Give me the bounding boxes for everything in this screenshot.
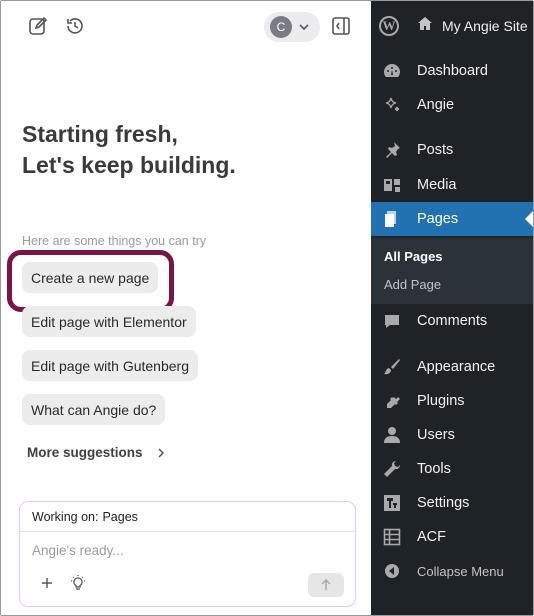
collapse-icon [381, 560, 403, 582]
menu-label: Collapse Menu [417, 563, 504, 579]
menu-acf[interactable]: ACF [371, 520, 533, 554]
avatar: C [270, 16, 292, 38]
pages-submenu: All Pages Add Page [371, 238, 533, 304]
user-icon [381, 424, 403, 446]
menu-pages[interactable]: Pages [371, 202, 533, 236]
sparkle-icon [381, 94, 403, 116]
menu-label: Comments [417, 313, 488, 329]
chat-input[interactable]: Angie's ready... [32, 543, 124, 558]
more-suggestions-label: More suggestions [27, 445, 143, 460]
plug-icon [381, 390, 403, 412]
greeting: Starting fresh, Let's keep building. [22, 119, 236, 181]
working-on-value: Pages [102, 509, 138, 524]
angie-panel: C Starting fresh, Let's keep building. H… [1, 1, 371, 615]
submenu-add-page[interactable]: Add Page [384, 277, 441, 292]
menu-dashboard[interactable]: Dashboard [371, 54, 533, 88]
suggestion-what-can-angie-do[interactable]: What can Angie do? [22, 394, 166, 425]
submenu-all-pages[interactable]: All Pages [384, 249, 443, 264]
menu-label: Posts [417, 142, 454, 158]
menu-label: Tools [417, 461, 451, 477]
home-icon [417, 16, 433, 37]
menu-label: Angie [417, 97, 455, 113]
wp-admin-bar: W My Angie Site [371, 1, 533, 51]
menu-plugins[interactable]: Plugins [371, 384, 533, 418]
lightbulb-icon[interactable] [69, 574, 87, 592]
site-name[interactable]: My Angie Site [442, 18, 528, 34]
comment-icon [381, 310, 403, 332]
wordpress-logo-icon[interactable]: W [379, 16, 399, 36]
menu-label: ACF [417, 529, 446, 545]
menu-label: Dashboard [417, 63, 488, 79]
suggestions-hint: Here are some things you can try [22, 234, 207, 248]
send-button[interactable] [308, 573, 344, 597]
sidebar-toggle-icon[interactable] [330, 15, 352, 37]
menu-media[interactable]: Media [371, 168, 533, 202]
menu-label: Pages [417, 211, 459, 227]
dashboard-icon [381, 60, 403, 82]
working-on-bar: Working on: Pages [20, 502, 355, 532]
menu-label: Users [417, 427, 455, 443]
media-icon [381, 174, 403, 196]
menu-users[interactable]: Users [371, 418, 533, 452]
menu-angie[interactable]: Angie [371, 88, 533, 122]
menu-tools[interactable]: Tools [371, 452, 533, 486]
greeting-line-1: Starting fresh, [22, 121, 178, 147]
wrench-icon [381, 458, 403, 480]
menu-label: Plugins [417, 393, 465, 409]
menu-comments[interactable]: Comments [371, 304, 533, 338]
suggestion-edit-gutenberg[interactable]: Edit page with Gutenberg [22, 350, 198, 381]
menu-label: Settings [417, 495, 470, 511]
menu-collapse[interactable]: Collapse Menu [371, 554, 533, 588]
active-arrow [525, 211, 533, 227]
new-chat-icon[interactable] [27, 15, 49, 37]
menu-label: Media [417, 177, 457, 193]
wp-admin-sidebar: W My Angie Site Dashboard Angie Posts Me… [371, 1, 533, 615]
working-on-label: Working on: [32, 509, 99, 524]
acf-icon [381, 526, 403, 548]
chevron-right-icon [157, 447, 164, 458]
more-suggestions-link[interactable]: More suggestions [27, 445, 165, 460]
menu-appearance[interactable]: Appearance [371, 350, 533, 384]
plus-icon[interactable] [38, 574, 56, 592]
pin-icon [381, 139, 403, 161]
account-switcher[interactable]: C [264, 12, 320, 42]
menu-posts[interactable]: Posts [371, 133, 533, 167]
greeting-line-2: Let's keep building. [22, 152, 236, 178]
settings-icon [381, 492, 403, 514]
history-icon[interactable] [64, 15, 86, 37]
chevron-down-icon [299, 24, 309, 31]
arrow-up-icon [321, 579, 331, 590]
highlight-ring [7, 250, 174, 312]
chat-composer: Working on: Pages Angie's ready... [19, 501, 356, 607]
menu-settings[interactable]: Settings [371, 486, 533, 520]
suggestion-edit-elementor[interactable]: Edit page with Elementor [22, 306, 196, 337]
angie-topbar: C [1, 1, 371, 51]
brush-icon [381, 356, 403, 378]
pages-icon [381, 208, 403, 230]
menu-label: Appearance [417, 359, 496, 375]
